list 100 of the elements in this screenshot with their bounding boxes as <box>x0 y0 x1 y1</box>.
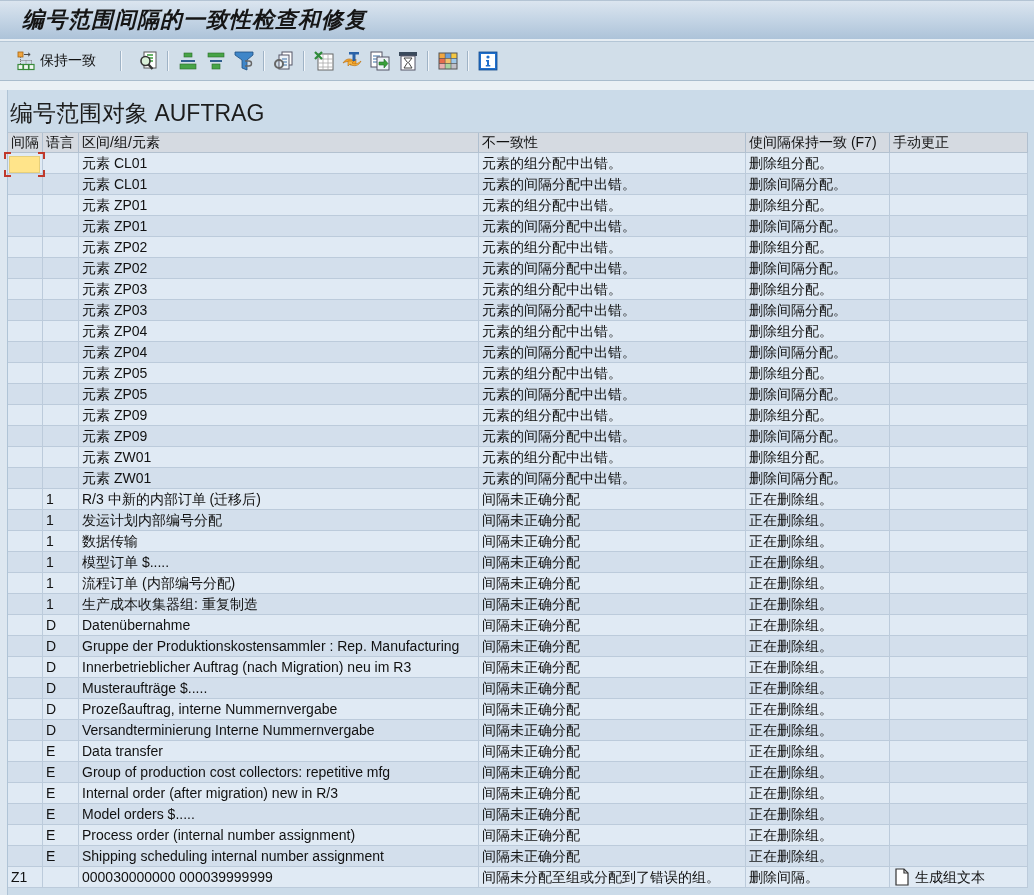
table-cell: 1 <box>46 574 54 592</box>
keep-consistent-button[interactable]: 保持一致 <box>14 49 98 73</box>
table-cell: 元素的组分配中出错。 <box>482 322 622 340</box>
table-cell: 间隔未正确分配 <box>482 616 580 634</box>
table-cell: 元素 ZP02 <box>82 238 148 256</box>
table-cell: 元素 ZP01 <box>82 217 148 235</box>
documents-icon <box>274 51 294 71</box>
table-cell: 元素 ZP04 <box>82 322 148 340</box>
table-cell: 1 <box>46 490 54 508</box>
table-cell: 元素 ZP09 <box>82 406 148 424</box>
sort-ascending-button[interactable] <box>176 49 200 73</box>
table-cell: 间隔未正确分配 <box>482 574 580 592</box>
table-cell: 间隔未正确分配 <box>482 532 580 550</box>
table-cell: E <box>46 847 56 865</box>
manual-fix-button[interactable]: 生成组文本 <box>893 867 987 887</box>
table-cell: Z1 <box>11 868 28 886</box>
sort-descending-button[interactable] <box>204 49 228 73</box>
table-cell: 元素的间隔分配中出错。 <box>482 301 636 319</box>
table-cell: 正在删除组。 <box>749 511 833 529</box>
info-button[interactable] <box>476 49 500 73</box>
table-cell: 正在删除组。 <box>749 826 833 844</box>
table-cell: 正在删除组。 <box>749 532 833 550</box>
table-cell: 删除间隔分配。 <box>749 385 847 403</box>
table-cell: Prozeßauftrag, interne Nummernvergabe <box>82 700 338 718</box>
table-cell: 间隔未正确分配 <box>482 826 580 844</box>
table-cell: 元素 ZP03 <box>82 301 148 319</box>
document-export-icon <box>370 51 390 71</box>
table-cell: 正在删除组。 <box>749 742 833 760</box>
table-cell: 删除间隔分配。 <box>749 343 847 361</box>
column-header[interactable]: 手动更正 <box>890 133 1028 152</box>
column-header[interactable]: 语言 <box>43 133 79 152</box>
table-cell: 元素的组分配中出错。 <box>482 238 622 256</box>
table-cell: Gruppe der Produktionskostensammler : Rep. Manufacturing <box>82 637 460 655</box>
table-cell: 元素的间隔分配中出错。 <box>482 259 636 277</box>
table-cell: 元素 ZW01 <box>82 469 152 487</box>
table-cell: Innerbetrieblicher Auftrag (nach Migration) neu im R3 <box>82 658 412 676</box>
column-header[interactable]: 间隔 <box>8 133 43 152</box>
table-cell: 正在删除组。 <box>749 637 833 655</box>
document-export-button[interactable] <box>368 49 392 73</box>
table-cell: 000030000000 000039999999 <box>82 868 273 886</box>
table-cell: 删除组分配。 <box>749 196 833 214</box>
info-icon <box>478 51 498 71</box>
table-cell: 删除组分配。 <box>749 406 833 424</box>
table-cell: 生产成本收集器组: 重复制造 <box>82 595 258 613</box>
table-cell: Musteraufträge $..... <box>82 679 208 697</box>
table-cell: 删除间隔。 <box>749 868 819 886</box>
table-cell: 元素 ZP03 <box>82 280 148 298</box>
table-cell: 间隔未正确分配 <box>482 511 580 529</box>
table-cell: Process order (internal number assignment) <box>82 826 356 844</box>
table-cell: Data transfer <box>82 742 163 760</box>
table-cell: E <box>46 742 56 760</box>
spreadsheet-button[interactable] <box>312 49 336 73</box>
table-cell: D <box>46 721 57 739</box>
table-cell: 删除组分配。 <box>749 448 833 466</box>
table-cell: 删除间隔分配。 <box>749 175 847 193</box>
table-cell: 元素 ZW01 <box>82 448 152 466</box>
window-title: 编号范围间隔的一致性检查和修复 <box>22 6 367 34</box>
table-cell: D <box>46 679 57 697</box>
column-header[interactable]: 区间/组/元素 <box>79 133 479 152</box>
layout-grid-icon <box>438 51 458 71</box>
table-cell: Datenübernahme <box>82 616 191 634</box>
table-cell: Shipping scheduling internal number assignment <box>82 847 384 865</box>
table-cell: 正在删除组。 <box>749 805 833 823</box>
table-cell: 间隔未正确分配 <box>482 679 580 697</box>
column-header[interactable]: 使间隔保持一致 (F7) <box>746 133 890 152</box>
table-cell: 元素的间隔分配中出错。 <box>482 217 636 235</box>
table-cell: 元素的间隔分配中出错。 <box>482 385 636 403</box>
table-cell: Versandterminierung Interne Nummernvergabe <box>82 721 375 739</box>
table-cell: 删除组分配。 <box>749 322 833 340</box>
table-cell: 间隔未正确分配 <box>482 700 580 718</box>
table-cell: 1 <box>46 532 54 550</box>
column-header[interactable]: 不一致性 <box>479 133 746 152</box>
table-cell: 元素 ZP01 <box>82 196 148 214</box>
table-cell: 正在删除组。 <box>749 595 833 613</box>
table-cell: 元素的间隔分配中出错。 <box>482 469 636 487</box>
table-cell: 间隔未正确分配 <box>482 637 580 655</box>
table-cell: 元素 ZP05 <box>82 385 148 403</box>
table-cell: 元素 ZP02 <box>82 259 148 277</box>
table-cell: 元素的间隔分配中出错。 <box>482 343 636 361</box>
nodes-icon <box>16 51 36 71</box>
table-cell: 正在删除组。 <box>749 847 833 865</box>
hourglass-button[interactable] <box>396 49 420 73</box>
table-cell: 间隔未分配至组或分配到了错误的组。 <box>482 868 720 886</box>
table-cell: 间隔未正确分配 <box>482 763 580 781</box>
table-cell: 间隔未正确分配 <box>482 595 580 613</box>
table-cell: 1 <box>46 553 54 571</box>
table-cell: 删除组分配。 <box>749 364 833 382</box>
table-cell: 正在删除组。 <box>749 553 833 571</box>
table-cell: 删除间隔分配。 <box>749 427 847 445</box>
table-cell: 间隔未正确分配 <box>482 742 580 760</box>
table-cell: 元素的组分配中出错。 <box>482 154 622 172</box>
table-cell: 发运计划内部编号分配 <box>82 511 222 529</box>
filter-button[interactable] <box>232 49 256 73</box>
table-cell: 模型订单 $..... <box>82 553 170 571</box>
table-cell: D <box>46 658 57 676</box>
documents-button[interactable] <box>272 49 296 73</box>
table-cell: D <box>46 637 57 655</box>
table-cell: D <box>46 616 57 634</box>
table-cell: 流程订单 (内部编号分配) <box>82 574 236 592</box>
table-cell: 删除组分配。 <box>749 154 833 172</box>
